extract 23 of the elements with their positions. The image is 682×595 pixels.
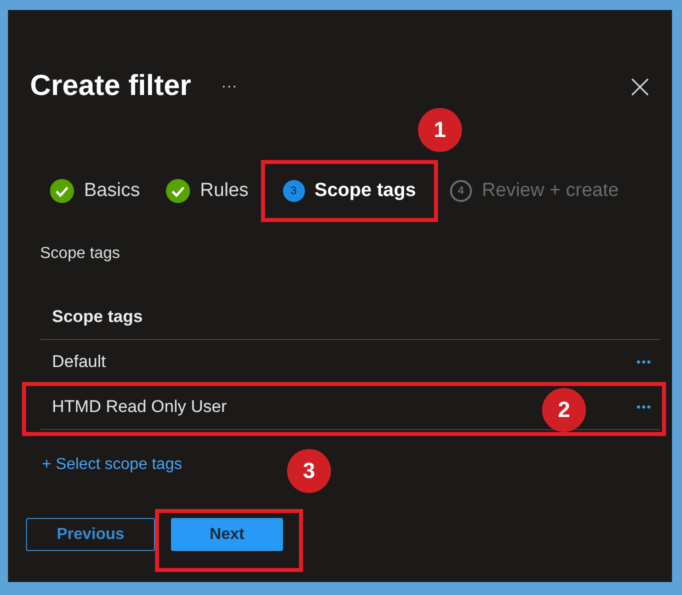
table-cell: HTMD Read Only User bbox=[52, 397, 227, 417]
table-cell: Default bbox=[52, 352, 106, 372]
wizard-step-tab[interactable]: 4 Review + create bbox=[446, 172, 623, 210]
wizard-step-tab[interactable]: 3 Scope tags bbox=[270, 172, 428, 210]
check-icon bbox=[166, 179, 190, 203]
wizard-step-tab[interactable]: Rules bbox=[162, 171, 253, 211]
callout-number: 1 bbox=[418, 108, 462, 152]
nav-button[interactable]: Previous bbox=[26, 518, 155, 551]
section-label: Scope tags bbox=[40, 245, 120, 263]
callout-number: 2 bbox=[542, 388, 586, 432]
check-icon bbox=[50, 179, 74, 203]
callout-number: 3 bbox=[287, 449, 331, 493]
row-actions-button[interactable]: ••• bbox=[628, 400, 660, 414]
nav-button[interactable]: Next bbox=[171, 518, 283, 551]
step-number: 3 bbox=[282, 180, 305, 202]
row-actions-button[interactable]: ••• bbox=[628, 355, 660, 369]
column-header: Scope tags bbox=[40, 307, 660, 340]
wizard-step-tab[interactable]: Basics bbox=[46, 171, 144, 211]
dialog-title: Create filter bbox=[30, 70, 192, 103]
close-icon[interactable] bbox=[630, 76, 650, 96]
more-button[interactable]: ··· bbox=[221, 78, 238, 96]
step-number: 4 bbox=[450, 180, 472, 202]
select-scope-tags-link[interactable]: + Select scope tags bbox=[42, 456, 182, 474]
